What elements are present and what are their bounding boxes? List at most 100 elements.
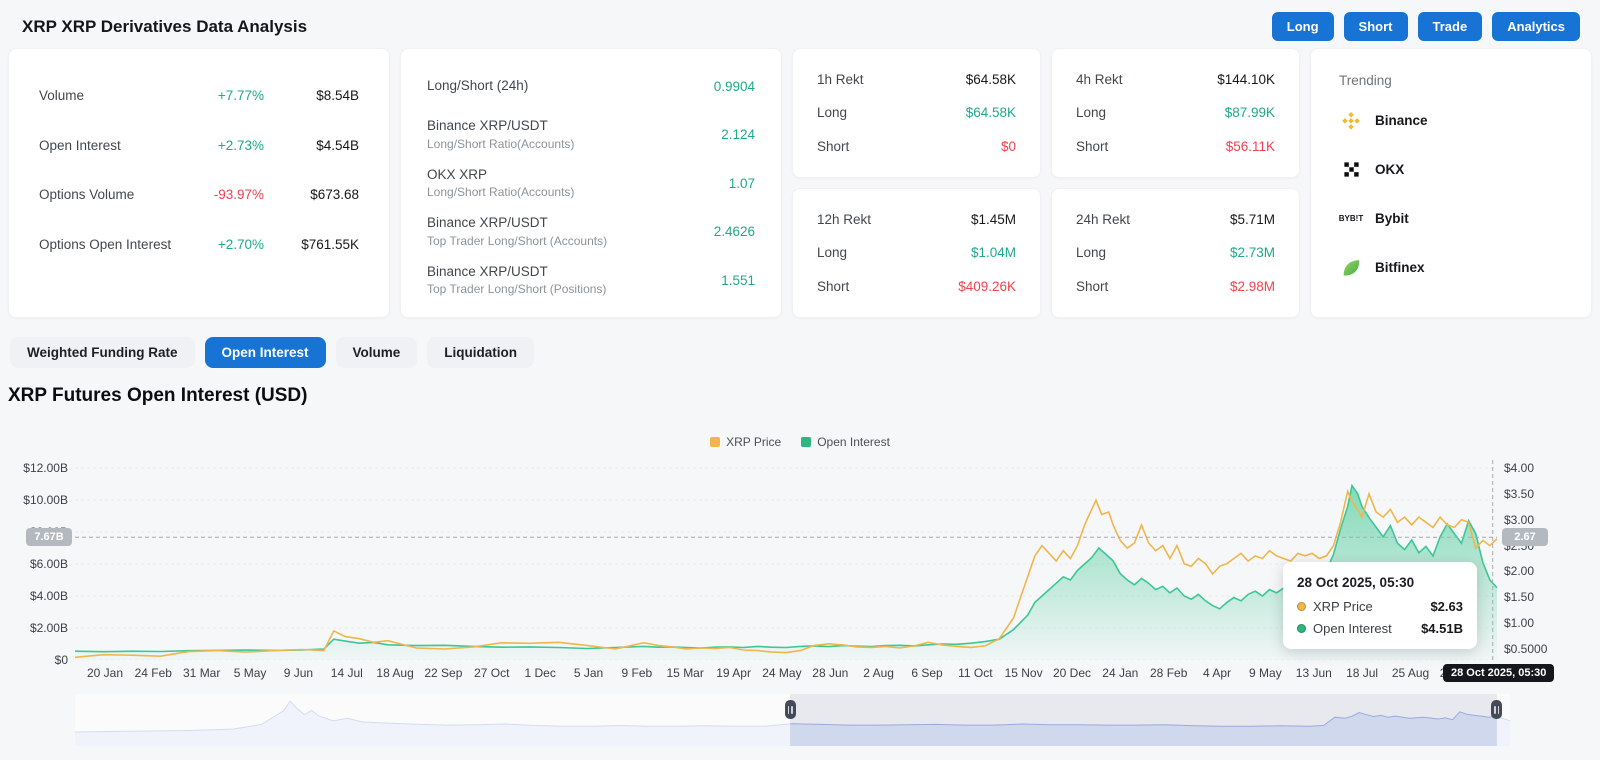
trending-item-okx[interactable]: OKX	[1339, 145, 1563, 194]
chart-title: XRP Futures Open Interest (USD)	[8, 385, 308, 406]
rekt-total-row: 1h Rekt $64.58K	[817, 72, 1016, 87]
y-axis-label-right: $1.50	[1504, 590, 1535, 604]
ratio-row-0: Long/Short (24h) 0.9904	[427, 65, 755, 107]
legend-swatch	[801, 437, 812, 447]
tooltip-rows: XRP Price $2.63 Open Interest $4.51B	[1297, 599, 1463, 636]
navigator-selected-region[interactable]	[790, 694, 1497, 746]
y-axis-label-right: $1.00	[1504, 616, 1535, 630]
ratio-value: 2.124	[721, 127, 755, 142]
ratio-label: Binance XRP/USDT	[427, 118, 548, 134]
legend-label: XRP Price	[726, 435, 782, 449]
x-axis-label: 1 Dec	[524, 666, 556, 680]
header-button-short[interactable]: Short	[1343, 12, 1408, 41]
ratio-label: Long/Short (24h)	[427, 78, 529, 94]
trending-item-binance[interactable]: Binance	[1339, 96, 1563, 145]
trending-title: Trending	[1339, 73, 1392, 88]
stat-value: $4.54B	[316, 137, 359, 153]
x-axis-label: 18 Aug	[376, 666, 414, 680]
rekt-long-label: Long	[1076, 245, 1107, 261]
rekt-short-value: $409.26K	[958, 278, 1016, 294]
navigator-right-handle[interactable]	[1491, 700, 1503, 719]
x-axis-label: 5 May	[233, 666, 267, 680]
ratio-sublabel: Top Trader Long/Short (Positions)	[427, 282, 607, 297]
rekt-card-12h-rekt: 12h Rekt $1.45M Long $1.04M Short $409.26K	[792, 188, 1041, 318]
ratio-sublabel: Long/Short Ratio(Accounts)	[427, 136, 575, 151]
rekt-short-row: Short $0	[817, 139, 1016, 154]
x-axis-label: 9 Jun	[283, 666, 314, 680]
y-axis-label-left: $4.00B	[29, 589, 68, 603]
legend-item-open-interest[interactable]: Open Interest	[801, 435, 890, 449]
crosshair-right-badge: 2.67	[1502, 528, 1548, 546]
rekt-total-value: $64.58K	[965, 72, 1016, 88]
stat-change: +2.73%	[217, 137, 264, 153]
rekt-title: 1h Rekt	[817, 72, 864, 88]
trending-item-bitfinex[interactable]: Bitfinex	[1339, 243, 1563, 292]
ratio-sublabel: Long/Short Ratio(Accounts)	[427, 185, 575, 200]
x-axis-label: 15 Mar	[666, 666, 704, 680]
y-axis-label-right: $0.5000	[1504, 642, 1548, 656]
rekt-short-label: Short	[817, 278, 850, 294]
rekt-grid: 1h Rekt $64.58K Long $64.58K Short $0 4h Rekt $…	[792, 48, 1300, 318]
page: XRP XRP Derivatives Data Analysis Long Sh…	[0, 0, 1600, 760]
tab-liquidation[interactable]: Liquidation	[427, 337, 535, 368]
x-axis-label: 5 Jan	[573, 666, 604, 680]
x-axis-label: 25 Aug	[1391, 666, 1430, 680]
stat-row-open-interest: Open Interest +2.73% $4.54B	[39, 121, 359, 171]
header-button-analytics[interactable]: Analytics	[1492, 12, 1580, 41]
trending-list: Binance OKX BYB!T Bybit Bitfinex	[1339, 96, 1563, 292]
tooltip-row-xrp-price: XRP Price $2.63	[1297, 599, 1463, 614]
tooltip-series-value: $2.63	[1430, 599, 1463, 614]
ratio-row-3: Binance XRP/USDT Top Trader Long/Short (A…	[427, 211, 755, 253]
ratio-row-1: Binance XRP/USDT Long/Short Ratio(Account…	[427, 114, 755, 156]
legend-item-xrp-price[interactable]: XRP Price	[710, 435, 781, 449]
rekt-short-label: Short	[1076, 278, 1109, 294]
tooltip-series-name: Open Interest	[1313, 621, 1392, 636]
x-axis-label: 11 Oct	[958, 666, 993, 680]
rekt-long-value: $1.04M	[970, 245, 1016, 261]
rekt-short-value: $2.98M	[1229, 278, 1275, 294]
x-axis-label: 31 Mar	[183, 666, 221, 680]
rekt-short-value: $0	[1000, 138, 1016, 154]
trending-item-bybit[interactable]: BYB!T Bybit	[1339, 194, 1563, 243]
crosshair-date-badge: 28 Oct 2025, 05:30	[1443, 664, 1555, 682]
stat-label: Volume	[39, 88, 85, 104]
binance-icon	[1339, 109, 1363, 133]
x-axis-label: 18 Jul	[1346, 666, 1379, 680]
header-button-long[interactable]: Long	[1271, 12, 1334, 41]
navigator-left-handle[interactable]	[784, 700, 796, 719]
stat-value: $761.55K	[301, 236, 359, 252]
rekt-long-row: Long $87.99K	[1076, 105, 1275, 120]
rekt-long-row: Long $2.73M	[1076, 245, 1275, 260]
rekt-total-row: 24h Rekt $5.71M	[1076, 212, 1275, 227]
tooltip-row-open-interest: Open Interest $4.51B	[1297, 621, 1463, 636]
stat-change: -93.97%	[213, 187, 264, 203]
tab-open-interest[interactable]: Open Interest	[204, 337, 326, 368]
stat-row-options-volume: Options Volume -93.97% $673.68	[39, 170, 359, 220]
okx-icon	[1339, 158, 1363, 182]
rekt-total-value: $144.10K	[1217, 72, 1275, 88]
rekt-total-row: 12h Rekt $1.45M	[817, 212, 1016, 227]
legend-swatch	[710, 437, 721, 447]
rekt-title: 12h Rekt	[817, 212, 872, 228]
header-button-trade[interactable]: Trade	[1417, 12, 1483, 41]
trending-item-name: Bybit	[1375, 211, 1409, 226]
header-actions: Long Short Trade Analytics	[1262, 12, 1580, 41]
y-axis-label-right: $3.00	[1504, 513, 1535, 527]
rekt-card-4h-rekt: 4h Rekt $144.10K Long $87.99K Short $56.11K	[1051, 48, 1300, 178]
y-axis-label-right: $2.00	[1504, 564, 1535, 578]
chart-tooltip: 28 Oct 2025, 05:30 XRP Price $2.63 Open In…	[1283, 562, 1477, 649]
stat-change: +2.70%	[217, 236, 264, 252]
ratio-labels: OKX XRP Long/Short Ratio(Accounts)	[427, 165, 729, 202]
header: XRP XRP Derivatives Data Analysis Long Sh…	[22, 12, 1580, 41]
x-axis-label: 28 Jun	[812, 666, 849, 680]
tab-volume[interactable]: Volume	[335, 337, 418, 368]
rekt-short-row: Short $409.26K	[817, 279, 1016, 294]
stat-label: Options Open Interest	[39, 236, 172, 252]
ratio-labels: Binance XRP/USDT Long/Short Ratio(Account…	[427, 116, 721, 153]
ratio-labels: Binance XRP/USDT Top Trader Long/Short (P…	[427, 262, 721, 299]
x-axis-label: 14 Jul	[330, 666, 363, 680]
ratio-labels: Long/Short (24h)	[427, 76, 714, 96]
tab-weighted-funding-rate[interactable]: Weighted Funding Rate	[10, 337, 195, 368]
rekt-card-1h-rekt: 1h Rekt $64.58K Long $64.58K Short $0	[792, 48, 1041, 178]
x-axis-label: 20 Dec	[1052, 666, 1092, 680]
